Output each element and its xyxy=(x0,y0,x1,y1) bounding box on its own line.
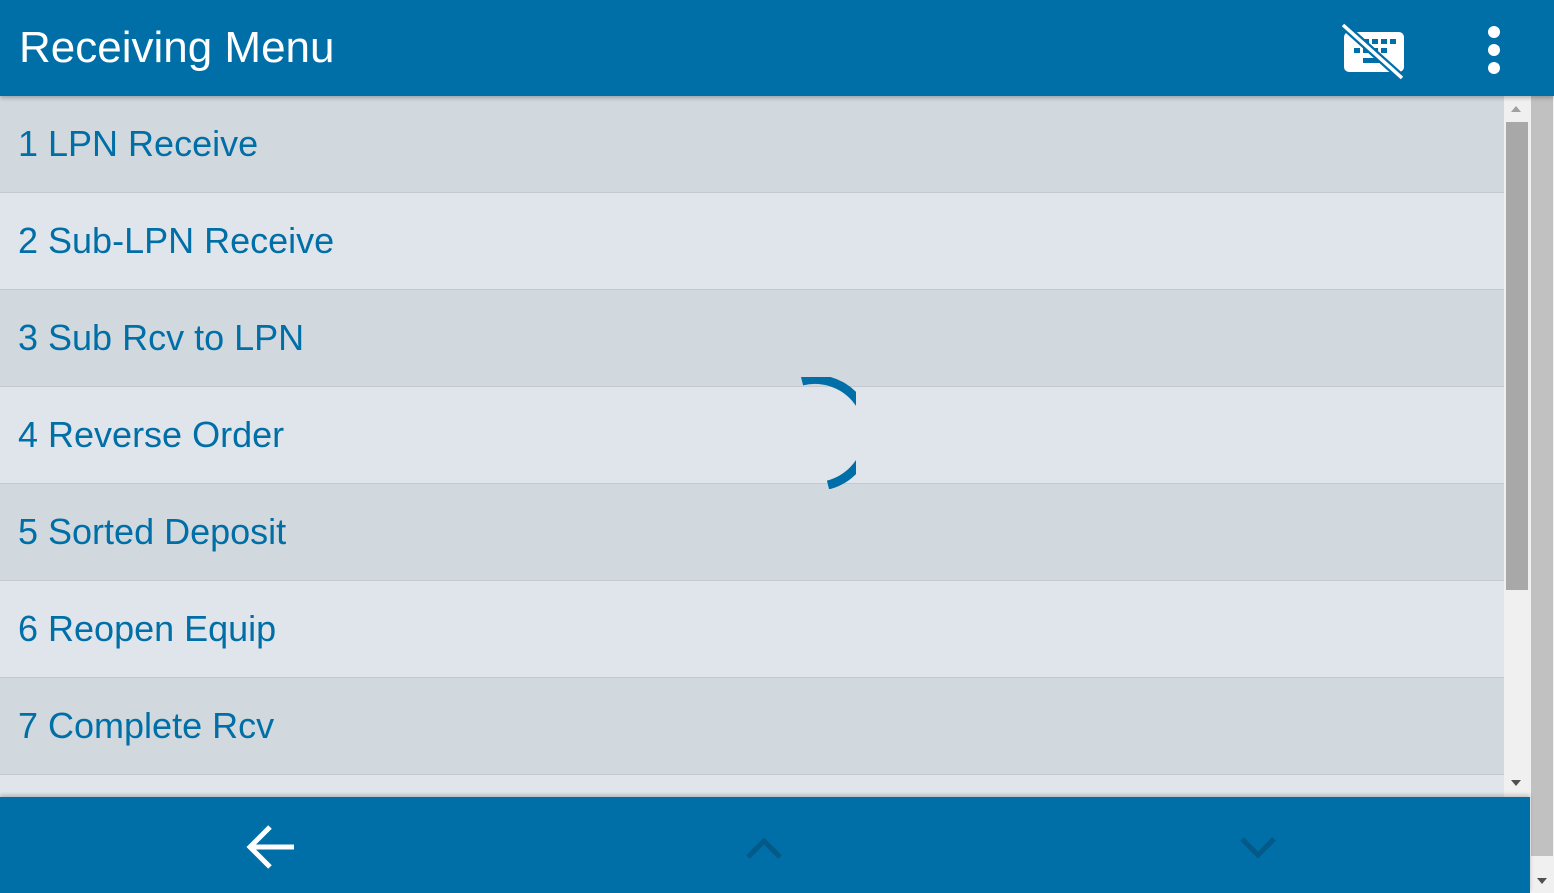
scroll-thumb[interactable] xyxy=(1506,122,1528,590)
loading-spinner-icon xyxy=(796,374,874,490)
page-scrollbar[interactable] xyxy=(1530,96,1554,893)
footer-nav xyxy=(0,797,1530,893)
scroll-down-arrow-icon[interactable] xyxy=(1511,780,1521,786)
menu-item-label: 4 Reverse Order xyxy=(18,414,285,455)
menu-item-sub-rcv-to-lpn[interactable]: 3 Sub Rcv to LPN xyxy=(0,290,1504,387)
menu-item-lpn-receive[interactable]: 1 LPN Receive xyxy=(0,96,1504,193)
keyboard-off-icon[interactable] xyxy=(1336,18,1410,84)
back-button[interactable] xyxy=(242,817,302,877)
menu-item-label: 1 LPN Receive xyxy=(18,123,259,164)
page-scroll-down-arrow-icon[interactable] xyxy=(1537,878,1547,884)
menu-item-partial[interactable] xyxy=(0,775,1504,797)
page-down-button[interactable] xyxy=(1228,817,1288,877)
menu-item-label: 5 Sorted Deposit xyxy=(18,511,287,552)
page-up-button[interactable] xyxy=(734,817,794,877)
menu-list: 1 LPN Receive 2 Sub-LPN Receive 3 Sub Rc… xyxy=(0,96,1504,797)
list-scrollbar[interactable] xyxy=(1504,96,1530,797)
page-title: Receiving Menu xyxy=(19,23,335,72)
menu-item-complete-rcv[interactable]: 7 Complete Rcv xyxy=(0,678,1504,775)
page-scroll-thumb[interactable] xyxy=(1531,96,1553,856)
scroll-up-arrow-icon[interactable] xyxy=(1511,106,1521,112)
menu-item-sorted-deposit[interactable]: 5 Sorted Deposit xyxy=(0,484,1504,581)
chevron-up-icon xyxy=(746,837,782,859)
menu-item-label: 2 Sub-LPN Receive xyxy=(18,220,335,261)
more-vertical-icon[interactable] xyxy=(1470,20,1518,80)
menu-item-reverse-order[interactable]: 4 Reverse Order xyxy=(0,387,1504,484)
menu-item-label: 6 Reopen Equip xyxy=(18,608,277,649)
menu-item-reopen-equip[interactable]: 6 Reopen Equip xyxy=(0,581,1504,678)
menu-item-label: 3 Sub Rcv to LPN xyxy=(18,317,305,358)
receiving-app: Receiving Menu 1 LPN Receive 2 Sub-LPN R… xyxy=(0,0,1554,893)
chevron-down-icon xyxy=(1240,837,1276,859)
menu-item-sub-lpn-receive[interactable]: 2 Sub-LPN Receive xyxy=(0,193,1504,290)
arrow-left-icon xyxy=(246,825,294,869)
app-header: Receiving Menu xyxy=(0,0,1554,96)
menu-item-label: 7 Complete Rcv xyxy=(18,705,275,746)
